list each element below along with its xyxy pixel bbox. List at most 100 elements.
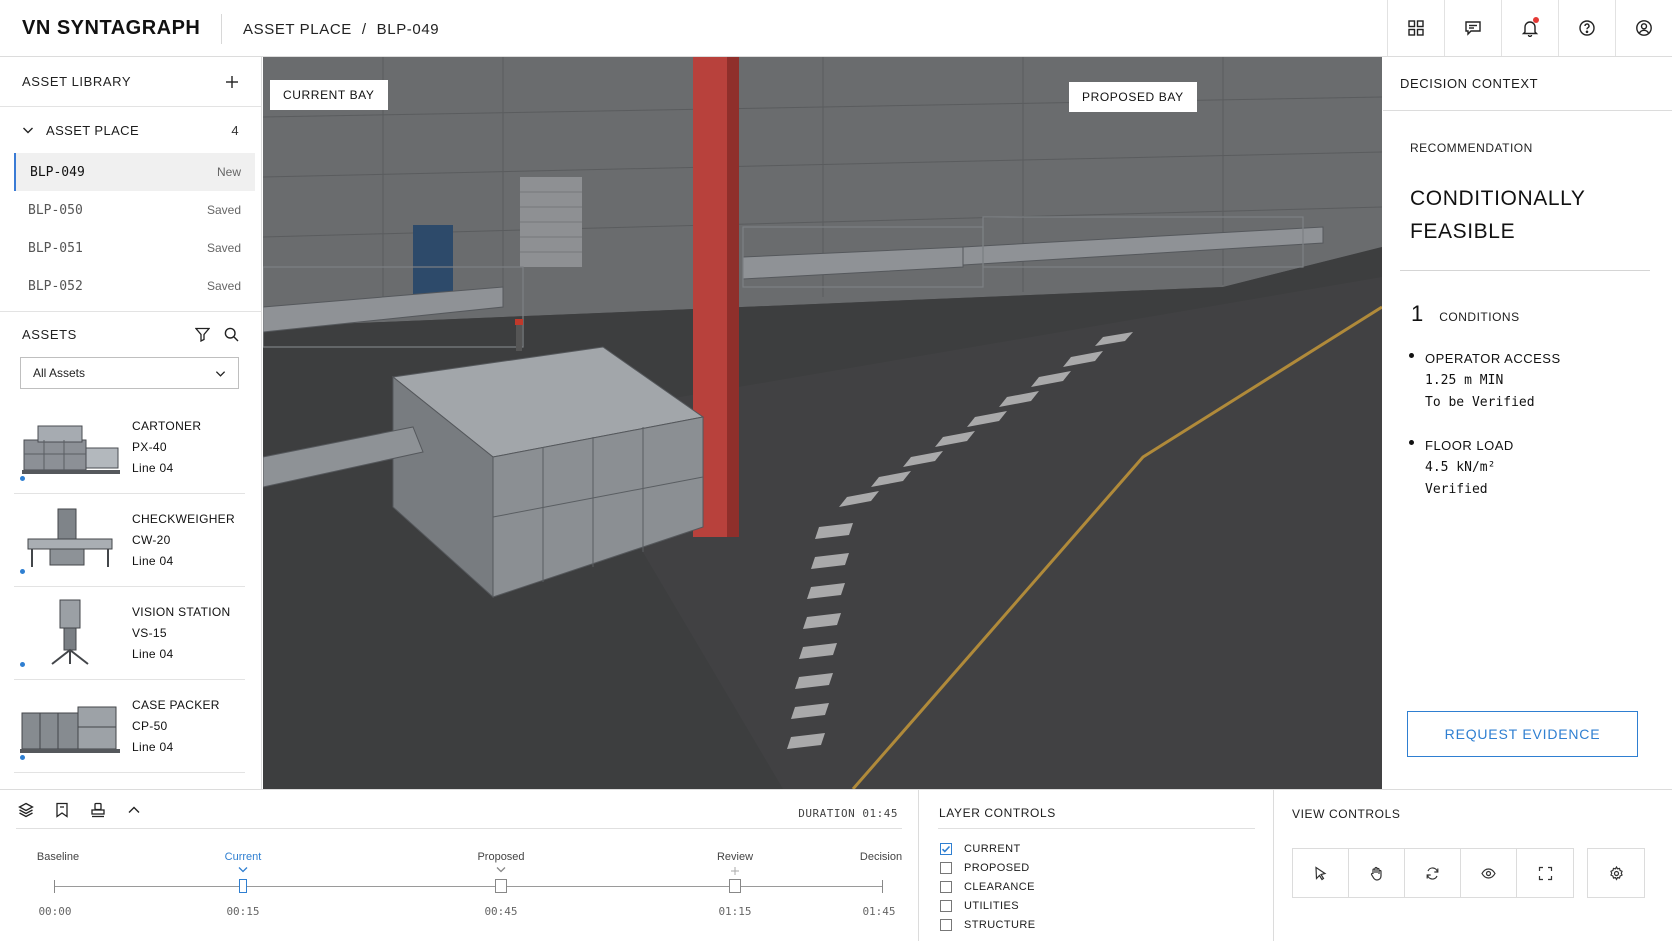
asset-item-cartoner[interactable]: CARTONER PX-40 Line 04 [14,401,245,494]
condition-title: OPERATOR ACCESS [1425,351,1561,366]
notifications-button[interactable] [1501,0,1558,56]
asset-item-case-packer[interactable]: CASE PACKER CP-50 Line 04 [14,680,245,773]
account-button[interactable] [1615,0,1672,56]
pointer-icon [1315,865,1327,880]
timeline-stop-label: Review [716,851,754,863]
asset-status-dot [20,662,25,667]
check-icon [941,845,951,853]
timeline-stop-review[interactable] [729,879,741,893]
orbit-tool-button[interactable] [1405,849,1461,897]
asset-item-checkweigher[interactable]: CHECKWEIGHER CW-20 Line 04 [14,494,245,587]
asset-name: CARTONER [132,418,202,433]
stamp-icon[interactable] [90,802,106,818]
asset-filter-select[interactable]: All Assets [20,357,239,389]
checkbox[interactable] [940,900,952,912]
cartoner-thumbnail [22,425,120,474]
timeline-track[interactable] [54,886,882,887]
chat-icon [1465,21,1481,36]
grid-icon [1408,20,1424,36]
checkbox-checked[interactable] [940,843,952,855]
asset-library-title: ASSET LIBRARY [22,74,132,89]
rotate-icon [1426,866,1439,880]
request-evidence-button[interactable]: REQUEST EVIDENCE [1407,711,1638,757]
library-item-id: BLP-050 [28,202,83,218]
asset-model: CW-20 [132,532,171,547]
breadcrumb-separator: / [361,21,367,38]
condition-value: 4.5 kN/m² [1425,460,1496,475]
notification-badge [1533,17,1539,23]
library-item-blp-050[interactable]: BLP-050 Saved [14,191,255,229]
view-controls-title: VIEW CONTROLS [1292,807,1401,821]
library-item-blp-052[interactable]: BLP-052 Saved [14,267,255,305]
timeline-stop-label: Current [224,851,262,863]
library-item-state: Saved [206,203,241,217]
bookmark-icon[interactable] [54,802,70,818]
view-settings-toolbar [1587,848,1645,898]
asset-line: Line 04 [132,739,174,754]
breadcrumb-item-current: BLP-049 [376,21,440,38]
library-item-blp-051[interactable]: BLP-051 Saved [14,229,255,267]
layer-toggle-current[interactable]: CURRENT [940,843,1021,855]
checkbox[interactable] [940,919,952,931]
pan-tool-button[interactable] [1349,849,1405,897]
apps-button[interactable] [1387,0,1444,56]
layer-toggle-structure[interactable]: STRUCTURE [940,919,1035,931]
timeline-panel: DURATION 01:45 Baseline 00:00 Current 00… [0,790,919,941]
asset-library-header: ASSET LIBRARY [0,57,261,107]
chevron-down-icon [215,370,226,377]
timeline-stop-baseline[interactable] [54,880,55,893]
warehouse-scene [263,57,1382,789]
timeline-stop-current[interactable] [239,879,247,893]
layers-icon[interactable] [18,802,34,818]
timeline-stop-time: 01:45 [862,905,896,918]
current-bay-tag[interactable]: CURRENT BAY [270,80,388,110]
divider [16,828,902,829]
condition-operator-access: OPERATOR ACCESS 1.25 m MIN To be Verifie… [1409,348,1561,414]
filter-icon[interactable] [195,327,210,342]
layer-toggle-proposed[interactable]: PROPOSED [940,862,1030,874]
conditions-count: 1 [1411,301,1424,326]
conditions-label: CONDITIONS [1439,310,1520,324]
condition-status: Verified [1425,482,1488,497]
bullet [1409,353,1414,358]
condition-title: FLOOR LOAD [1425,438,1514,453]
timeline-stop-decision[interactable] [882,880,883,893]
recommendation-label: RECOMMENDATION [1410,141,1533,155]
brand-logo[interactable]: VN SYNTAGRAPH [22,17,200,40]
assets-title: ASSETS [22,327,77,342]
library-item-blp-049[interactable]: BLP-049 New [14,153,255,191]
visibility-tool-button[interactable] [1461,849,1517,897]
layer-toggle-utilities[interactable]: UTILITIES [940,900,1019,912]
view-settings-button[interactable] [1588,849,1644,897]
proposed-bay-tag[interactable]: PROPOSED BAY [1069,82,1197,112]
library-group-label: ASSET PLACE [46,122,140,138]
condition-value: 1.25 m MIN [1425,373,1504,388]
condition-status: To be Verified [1425,395,1535,410]
help-icon [1579,20,1595,36]
timeline-duration: DURATION 01:45 [798,807,898,820]
library-item-id: BLP-051 [28,240,83,256]
vision-station-thumbnail [51,599,89,665]
settings-icon [1609,865,1623,881]
asset-filter-value: All Assets [33,366,86,380]
chevron-up-icon[interactable] [126,802,142,818]
checkbox[interactable] [940,881,952,893]
help-button[interactable] [1558,0,1615,56]
asset-name: VISION STATION [132,604,231,619]
breadcrumb-item-asset-place[interactable]: ASSET PLACE [243,21,352,38]
asset-item-vision-station[interactable]: VISION STATION VS-15 Line 04 [14,587,245,680]
search-icon[interactable] [224,327,239,342]
left-sidebar: ASSET LIBRARY ASSET PLACE 4 BLP-049 New … [0,57,262,789]
timeline-stop-proposed[interactable] [495,879,507,893]
library-item-id: BLP-049 [30,164,85,180]
library-group-asset-place[interactable]: ASSET PLACE 4 [0,107,261,153]
3d-viewport[interactable]: CURRENT BAY PROPOSED BAY [263,57,1382,789]
messages-button[interactable] [1444,0,1501,56]
conditions-header: 1 CONDITIONS [1411,301,1520,327]
fullscreen-button[interactable] [1517,849,1573,897]
plus-icon[interactable] [225,75,239,89]
layer-label: CLEARANCE [964,881,1035,893]
checkbox[interactable] [940,862,952,874]
select-tool-button[interactable] [1293,849,1349,897]
layer-toggle-clearance[interactable]: CLEARANCE [940,881,1035,893]
